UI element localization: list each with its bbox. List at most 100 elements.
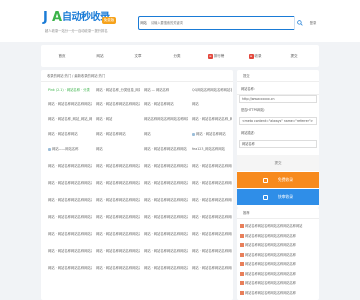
- site-link[interactable]: 网站 · 网站名称网站名称网站名称: [144, 180, 188, 186]
- site-link-label: 网站 · 网站名称网站: [48, 132, 78, 136]
- nav-item-categories[interactable]: 分类: [163, 52, 191, 60]
- site-link[interactable]: fea123_网站名称网站: [192, 146, 232, 152]
- site-link[interactable]: 网站 — 网站名称: [144, 87, 188, 93]
- site-link[interactable]: 网站 · 网站名称网站名称网站名称: [96, 265, 140, 271]
- site-link[interactable]: 网站: [96, 146, 140, 152]
- site-link[interactable]: 网站 · 网站名称_分类信息_网站: [96, 87, 140, 93]
- site-link[interactable]: 网站 · 网站名称网站: [48, 131, 92, 137]
- site-link[interactable]: 网站 · 网站名称网站: [96, 131, 140, 137]
- site-link-label: 网站 · 网站名称网站名称网站名称网站: [48, 266, 92, 270]
- fast-review-button[interactable]: 快审收录: [237, 189, 319, 205]
- thumbnail-icon: [240, 290, 244, 295]
- nav-item-home[interactable]: 首页: [48, 52, 76, 60]
- site-link[interactable]: 网站 · 网站名称网站名称网站名称: [144, 214, 188, 220]
- recommend-item[interactable]: 网站名称网站名称网站名称网站名称: [240, 261, 318, 267]
- site-link[interactable]: 网站 · 网站名称网站名称网站名称网站: [48, 265, 92, 271]
- bolt-icon: [262, 194, 268, 200]
- recommend-item[interactable]: 网站名称网站名称网站名称网站名称: [240, 280, 318, 286]
- nav-item-indexed-label: 收录: [254, 54, 262, 58]
- thumbnail-icon: [240, 243, 244, 247]
- site-link[interactable]: 网站 · 网站名称网站名称网站名称: [144, 265, 188, 271]
- site-link-label: 网站 · 网站名称网站名称网站名称: [96, 181, 140, 185]
- nav-item-sites[interactable]: 网站: [86, 52, 114, 60]
- site-link[interactable]: 网站 · 网站名称网站名称网站名称网站: [48, 101, 92, 107]
- site-link[interactable]: 网站 · 网站名称网站名称网站名称: [144, 163, 188, 169]
- site-link[interactable]: 网站 · 网站名称网站名称网站名称网站: [48, 231, 92, 237]
- site-link[interactable]: 网站 · 网站名称网站名称网站名称: [192, 231, 232, 237]
- site-link[interactable]: 网站 · 网站名称网站: [144, 101, 188, 107]
- site-link-label: Pink (2.1) · 网站名称 · 分类: [48, 88, 90, 92]
- site-link-label: QQ网站名称网站名称网站名称网站名称: [192, 88, 232, 92]
- site-link-label: 网站 · 网站名称网站名称网站名称: [192, 198, 232, 202]
- site-link[interactable]: 网站 · 网站名称网站名称网站名称: [144, 231, 188, 237]
- site-link[interactable]: 网站 · 网站名称网站: [192, 131, 232, 137]
- site-link[interactable]: 网站 · 网站名称网站名称网站名称: [192, 248, 232, 254]
- site-link[interactable]: 网站 · 网站名称网站名称网站名称网站: [48, 214, 92, 220]
- site-link-label: 网站 · 网站名称网站名称网站名称网站: [48, 232, 92, 236]
- search-type-select[interactable]: 网站: [139, 17, 148, 29]
- login-link[interactable]: 登录: [306, 20, 320, 26]
- site-link-label: 网站 · 网站名称网站名称网站名称: [192, 266, 232, 270]
- site-link[interactable]: 网站 · 网站名称网站名称网站名称: [192, 265, 232, 271]
- site-link[interactable]: 网站 · 网站名称网站名称网站名称网站: [48, 163, 92, 169]
- nav-item-articles[interactable]: 文章: [124, 52, 152, 60]
- site-link[interactable]: 网站 · 网站名称_网站_网站_网站: [48, 116, 92, 122]
- recommend-item[interactable]: 网站名称网站名称网站名称网站名称: [240, 233, 318, 239]
- recommend-item[interactable]: 网站名称网站名称网站名称网站名称: [240, 271, 318, 277]
- site-link[interactable]: 网站 · 网站名称网站名称网站名称: [144, 197, 188, 203]
- site-link-label: 网站 · 网站名称网站名称网站名称: [96, 249, 140, 253]
- recommend-item[interactable]: 网站名称网站名称网站名称网站名称: [240, 242, 318, 248]
- site-link[interactable]: 网站 · 网站名称网站名称网站名称: [96, 180, 140, 186]
- site-link[interactable]: 网站 · 网站: [96, 116, 140, 122]
- site-link[interactable]: 网站 · 网站名称网站名称网站名称: [96, 231, 140, 237]
- site-link[interactable]: 网站 · 网站名称网站名称网站名称网站: [48, 197, 92, 203]
- site-link[interactable]: 网站 · 网站名称网站名称网站名称: [96, 248, 140, 254]
- site-link[interactable]: 网站——网站名称: [48, 146, 92, 152]
- site-link[interactable]: 网站 · 网站名称网站名称网站名称: [192, 197, 232, 203]
- free-index-button[interactable]: 免费收录: [237, 172, 319, 188]
- description-field[interactable]: 网站名称: [239, 140, 317, 148]
- site-link-label: 网站 · 网站名称网站名称网站名称: [192, 181, 232, 185]
- thumbnail-icon: [240, 252, 244, 257]
- site-link[interactable]: 网站 · 网站名称网站名称网站名称网站: [48, 248, 92, 254]
- logo-text[interactable]: 自动秒收录: [62, 12, 110, 24]
- site-link[interactable]: 网站 · 网站名称网站名称网站名称: [96, 197, 140, 203]
- site-link[interactable]: 网站 · 网站名称网站名称网站名称网站: [48, 180, 92, 186]
- site-link[interactable]: 网站 · 网站名称网站名称网站: [144, 146, 188, 152]
- site-link[interactable]: QQ网站名称网站名称网站名称网站名称: [192, 87, 232, 93]
- site-link-label: 网站 · 网站名称网站名称网站名称: [144, 266, 188, 270]
- recommend-item[interactable]: 网站名称网站名称网站名称网站名称: [240, 252, 318, 258]
- site-link[interactable]: 网站 · 网站名称网站名称网站名称: [192, 163, 232, 169]
- nav-item-submit[interactable]: 提交: [280, 52, 308, 60]
- nav-item-ranking[interactable]: ≡ 排行榜: [200, 52, 232, 60]
- meta-field[interactable]: <meta content="always" name="referrer">: [239, 117, 317, 125]
- site-link[interactable]: 网站 · 网站名称网站名称网站名称: [96, 163, 140, 169]
- site-link[interactable]: 网站 · 网站名称网站名称网站名称: [192, 180, 232, 186]
- site-link[interactable]: 网站名称网站名称网站名称网站: [144, 116, 188, 122]
- site-link-label: 网站: [192, 102, 199, 106]
- logo-a[interactable]: A: [52, 11, 62, 25]
- fast-review-label: 快审收录: [277, 194, 294, 199]
- site-link[interactable]: 网站 · 网站名称网站名称网站名称: [192, 214, 232, 220]
- site-link[interactable]: 网站: [192, 101, 232, 107]
- recommend-item[interactable]: 网站名称网站名称网站名称网站名称网站: [240, 223, 318, 229]
- site-link-label: 网站 · 网站名称网站名称网站名称网站: [48, 181, 92, 185]
- site-link[interactable]: 网站: [144, 131, 188, 137]
- site-link-label: 网站 · 网站名称网站名称网站名称: [144, 164, 188, 168]
- search-button[interactable]: [294, 16, 305, 30]
- site-link[interactable]: 网站 · 网站名称网站名称_网站: [192, 116, 232, 122]
- site-link[interactable]: 网站 · 网站名称网站名称网站名称: [96, 214, 140, 220]
- recommend-item[interactable]: 网站名称网站名称网站名称网站名称: [240, 290, 318, 296]
- site-link-label: 网站——网站名称: [52, 147, 79, 151]
- site-link[interactable]: 网站 · 网站名称网站名称网站名称: [144, 248, 188, 254]
- site-link[interactable]: Pink (2.1) · 网站名称 · 分类: [48, 87, 92, 93]
- site-url-field[interactable]: http://www.xxxxx.cn: [239, 95, 317, 103]
- nav-item-indexed[interactable]: ≡ 收录: [241, 52, 269, 60]
- recommend-item-label: 网站名称网站名称网站名称网站名称网站: [245, 224, 303, 228]
- site-link-label: 网站 — 网站名称: [144, 88, 170, 92]
- site-link-label: 网站 · 网站名称_网站_网站_网站: [48, 117, 92, 121]
- site-link-label: 网站 · 网站名称网站名称网站名称网站: [48, 164, 92, 168]
- search-input[interactable]: [149, 17, 293, 29]
- site-link[interactable]: 网站 · 网站名称网站名称网站名称网站: [96, 101, 140, 107]
- submit-button[interactable]: 提交: [237, 155, 319, 171]
